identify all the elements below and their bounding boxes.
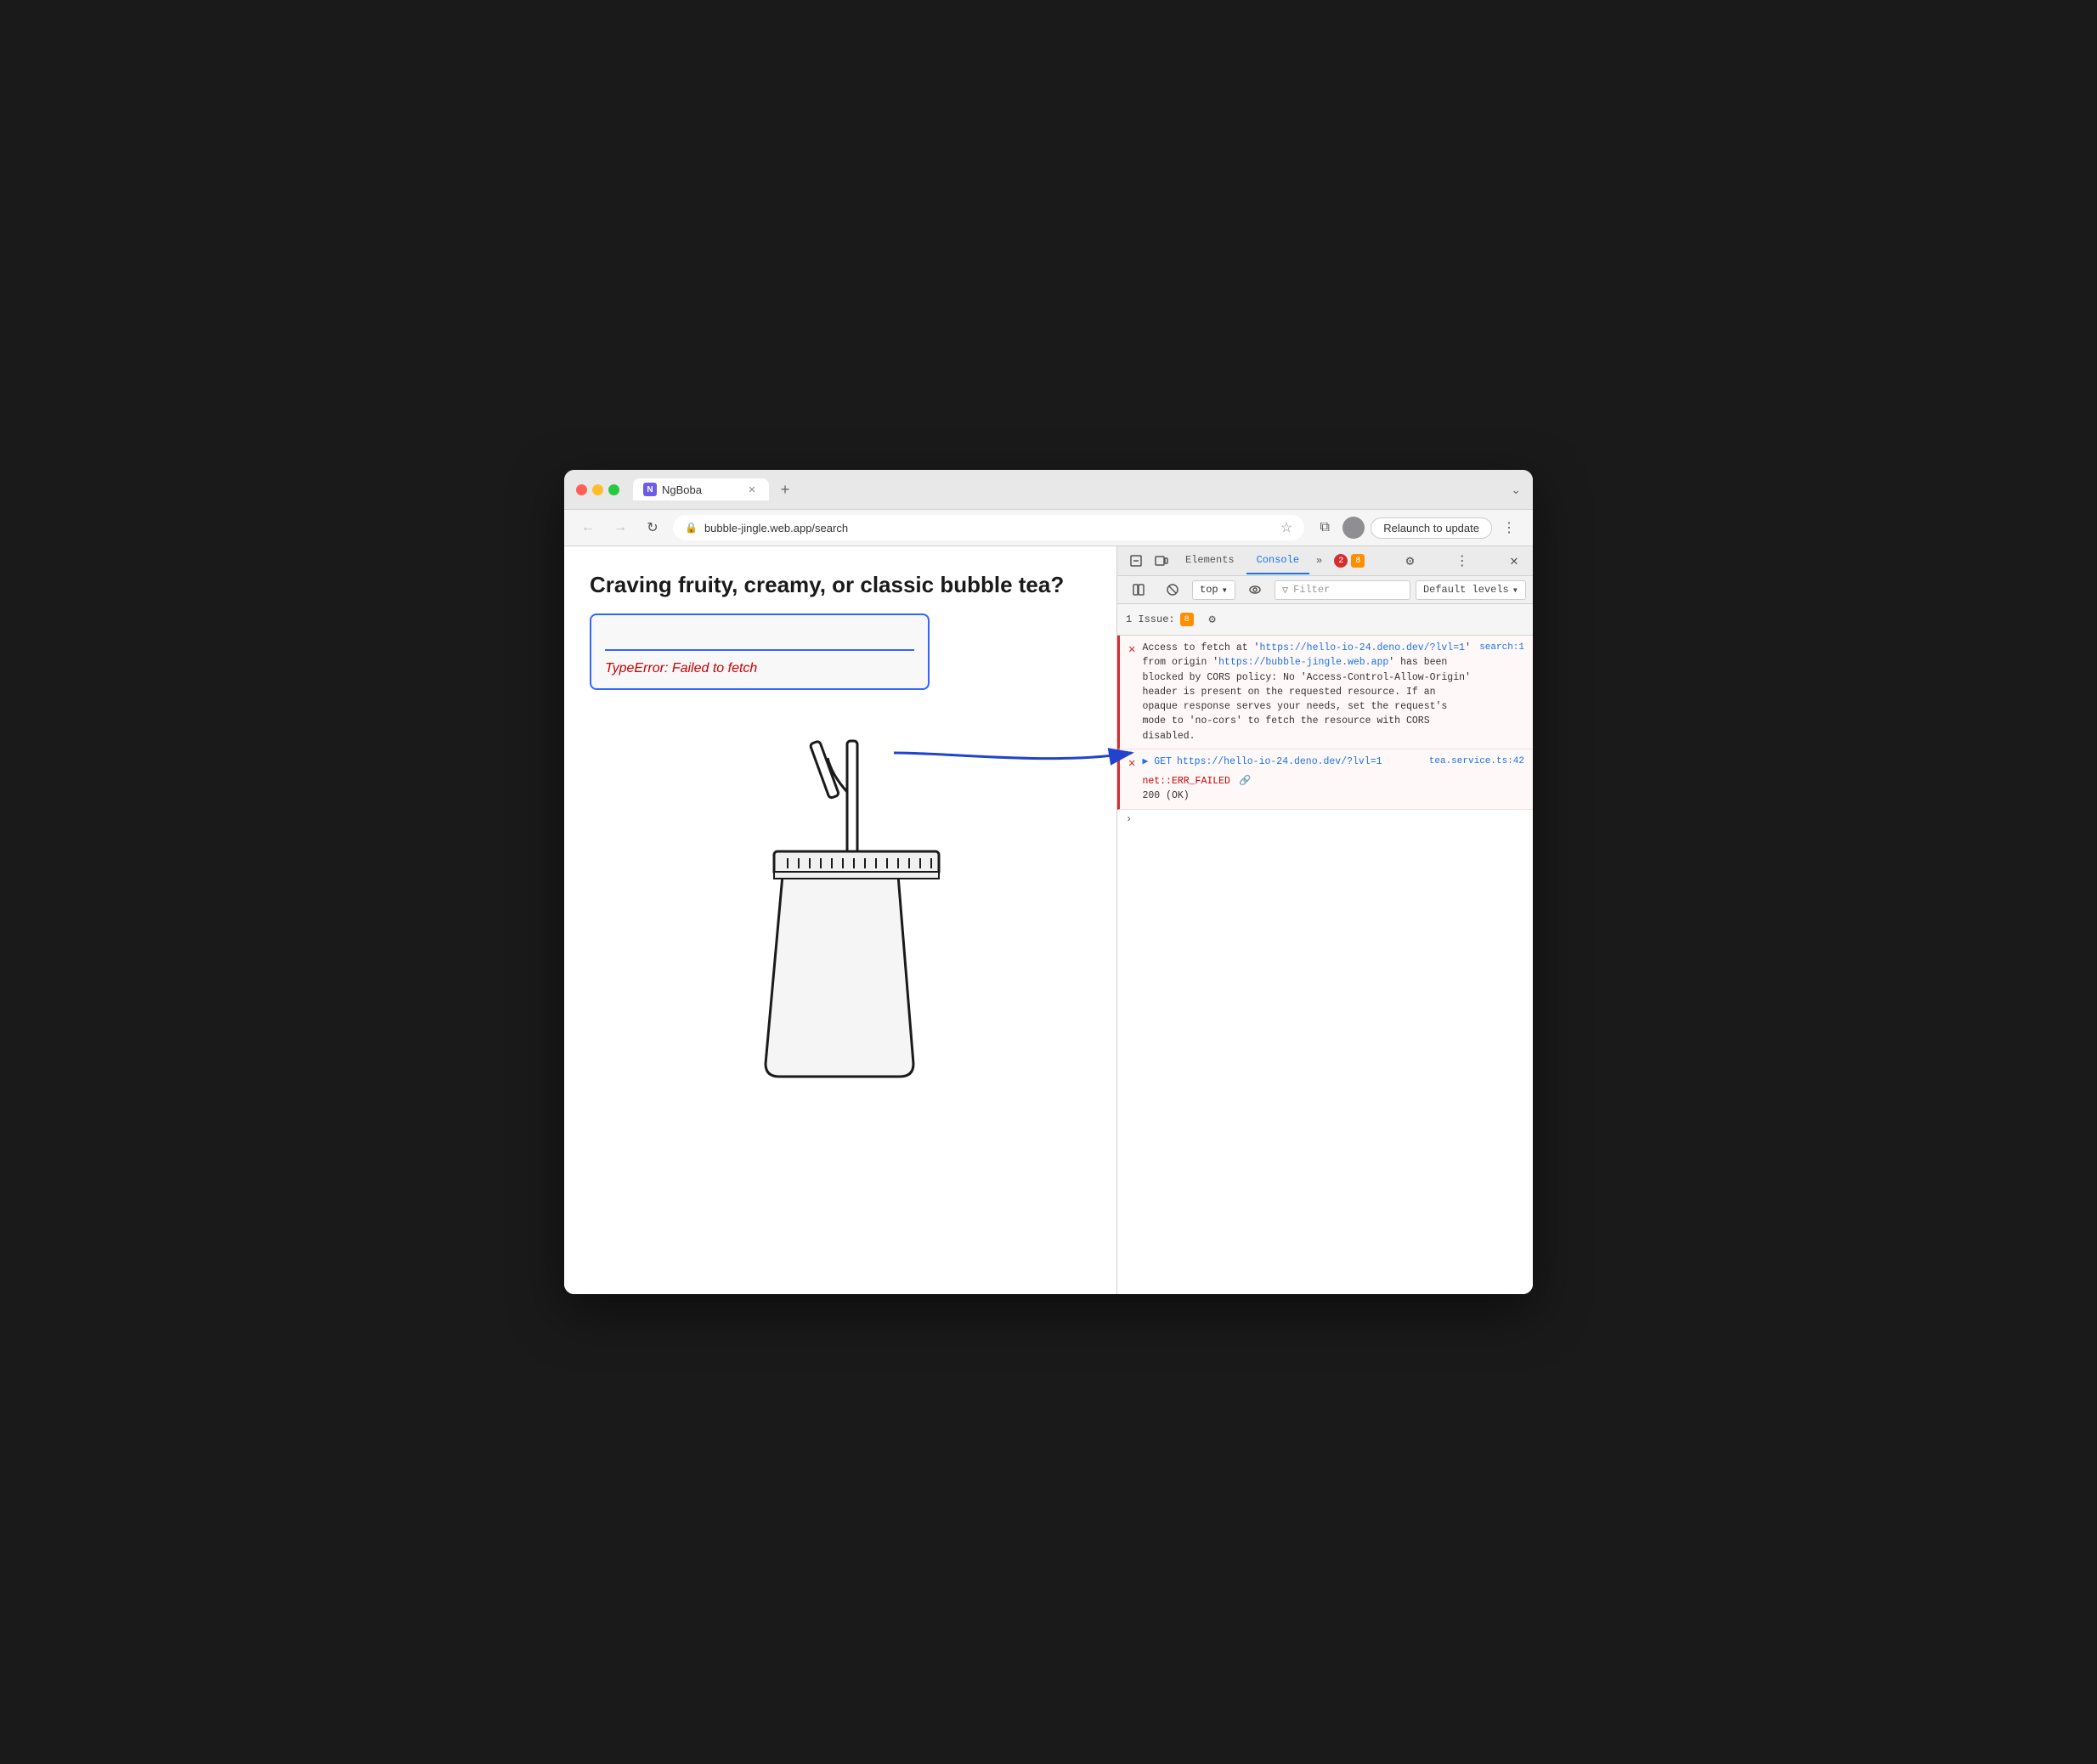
- error-icon-2: ✕: [1128, 755, 1135, 773]
- clear-console-button[interactable]: [1158, 580, 1187, 600]
- error-badge: 2: [1334, 554, 1348, 568]
- extension-icon[interactable]: ⧉: [1313, 516, 1337, 540]
- issues-settings-icon[interactable]: ⚙: [1201, 608, 1224, 631]
- filter-icon: ▽: [1282, 584, 1288, 596]
- main-content: Craving fruity, creamy, or classic bubbl…: [564, 546, 1533, 1294]
- cors-error-text-before: Access to fetch at ': [1142, 642, 1259, 653]
- link-icon: 🔗: [1239, 774, 1251, 789]
- get-ok-status: 200 (OK): [1142, 789, 1422, 803]
- avatar: [1342, 517, 1365, 539]
- refresh-button[interactable]: ↻: [641, 516, 664, 540]
- devtools-close-button[interactable]: ✕: [1502, 549, 1526, 573]
- bubble-tea-illustration: [590, 724, 1091, 1098]
- expand-icon: ›: [1126, 813, 1132, 825]
- address-input[interactable]: 🔒 bubble-jingle.web.app/search ☆: [673, 515, 1304, 540]
- lock-icon: 🔒: [685, 522, 698, 534]
- context-selector[interactable]: top ▾: [1192, 580, 1235, 600]
- cors-error-text-after: ' has been blocked by CORS policy: No 'A…: [1142, 657, 1470, 741]
- address-url: bubble-jingle.web.app/search: [704, 522, 848, 534]
- forward-button[interactable]: →: [608, 516, 632, 540]
- log-level-selector[interactable]: Default levels ▾: [1416, 580, 1526, 600]
- app-area: Craving fruity, creamy, or classic bubbl…: [564, 546, 1116, 1294]
- get-error-line: ▶ GET https://hello-io-24.deno.dev/?lvl=…: [1142, 755, 1422, 789]
- console-message-cors: ✕ Access to fetch at 'https://hello-io-2…: [1117, 636, 1533, 749]
- devtools-settings-button[interactable]: ⚙: [1398, 549, 1422, 573]
- window-controls: ⌄: [1511, 483, 1521, 497]
- more-icon[interactable]: ⋮: [1497, 516, 1521, 540]
- bookmark-icon[interactable]: ☆: [1280, 519, 1292, 536]
- profile-icon[interactable]: [1342, 516, 1365, 540]
- filter-input[interactable]: ▽ Filter: [1275, 580, 1410, 600]
- toolbar-right: ⧉ Relaunch to update ⋮: [1313, 516, 1521, 540]
- maximize-button[interactable]: [608, 484, 619, 495]
- browser-window: N NgBoba ✕ + ⌄ ← → ↻ 🔒 bubble-jingle.web…: [564, 470, 1533, 1294]
- traffic-lights: [576, 484, 619, 495]
- close-button[interactable]: [576, 484, 587, 495]
- issues-bar: 1 Issue: 8 ⚙: [1117, 604, 1533, 636]
- cors-error-url2[interactable]: https://bubble-jingle.web.app: [1218, 657, 1388, 668]
- console-message-get: ✕ ▶ GET https://hello-io-24.deno.dev/?lv…: [1117, 749, 1533, 810]
- cors-error-url1[interactable]: https://hello-io-24.deno.dev/?lvl=1: [1259, 642, 1465, 653]
- filter-placeholder: Filter: [1293, 584, 1330, 596]
- console-expand-button[interactable]: ›: [1117, 810, 1533, 828]
- search-input[interactable]: [605, 627, 914, 651]
- devtools-toolbar: top ▾ ▽ Filter Default levels ▾: [1117, 576, 1533, 604]
- devtools-more-button[interactable]: ⋮: [1450, 549, 1474, 573]
- eye-icon[interactable]: [1241, 580, 1269, 600]
- devtools-panel: Elements Console » 2 8 ⚙ ⋮ ✕: [1116, 546, 1533, 1294]
- top-label: top: [1200, 584, 1218, 596]
- console-messages: ✕ Access to fetch at 'https://hello-io-2…: [1117, 636, 1533, 1294]
- top-dropdown-icon: ▾: [1222, 584, 1228, 596]
- relaunch-button[interactable]: Relaunch to update: [1371, 517, 1492, 539]
- title-bar: N NgBoba ✕ + ⌄: [564, 470, 1533, 510]
- app-heading: Craving fruity, creamy, or classic bubbl…: [590, 572, 1091, 598]
- tab-more-icon[interactable]: »: [1311, 548, 1327, 574]
- sidebar-toggle-button[interactable]: [1124, 580, 1153, 600]
- error-icon-1: ✕: [1128, 642, 1135, 659]
- warning-badge: 8: [1351, 554, 1365, 568]
- tab-console[interactable]: Console: [1246, 547, 1309, 574]
- cors-error-source[interactable]: search:1: [1479, 641, 1524, 655]
- devtools-tabs: Elements Console » 2 8 ⚙ ⋮ ✕: [1117, 546, 1533, 576]
- get-error-content: ▶ GET https://hello-io-24.deno.dev/?lvl=…: [1142, 755, 1422, 804]
- active-tab[interactable]: N NgBoba ✕: [633, 478, 769, 500]
- get-error-url[interactable]: https://hello-io-24.deno.dev/?lvl=1: [1177, 755, 1382, 769]
- tab-bar: N NgBoba ✕ +: [633, 478, 1502, 500]
- minimize-button[interactable]: [592, 484, 603, 495]
- tab-close-button[interactable]: ✕: [745, 483, 759, 496]
- default-levels-label: Default levels: [1423, 584, 1509, 596]
- address-bar: ← → ↻ 🔒 bubble-jingle.web.app/search ☆ ⧉…: [564, 510, 1533, 546]
- default-levels-dropdown-icon: ▾: [1512, 584, 1518, 596]
- chevron-down-icon[interactable]: ⌄: [1511, 483, 1521, 497]
- cors-error-content: Access to fetch at 'https://hello-io-24.…: [1142, 641, 1472, 743]
- tab-title: NgBoba: [662, 483, 702, 496]
- tab-elements[interactable]: Elements: [1175, 547, 1245, 574]
- device-tool-icon[interactable]: [1150, 546, 1173, 575]
- search-box: TypeError: Failed to fetch: [590, 613, 930, 690]
- get-error-status: net::ERR_FAILED: [1142, 774, 1230, 789]
- get-error-source[interactable]: tea.service.ts:42: [1429, 755, 1524, 769]
- tab-favicon: N: [643, 483, 657, 496]
- get-method-label: ▶ GET: [1142, 755, 1172, 769]
- issues-badge: 8: [1180, 613, 1194, 626]
- error-message: TypeError: Failed to fetch: [605, 661, 914, 676]
- issues-label: 1 Issue:: [1126, 613, 1175, 625]
- cursor-tool-icon[interactable]: [1124, 546, 1148, 575]
- new-tab-button[interactable]: +: [774, 478, 796, 500]
- back-button[interactable]: ←: [576, 516, 600, 540]
